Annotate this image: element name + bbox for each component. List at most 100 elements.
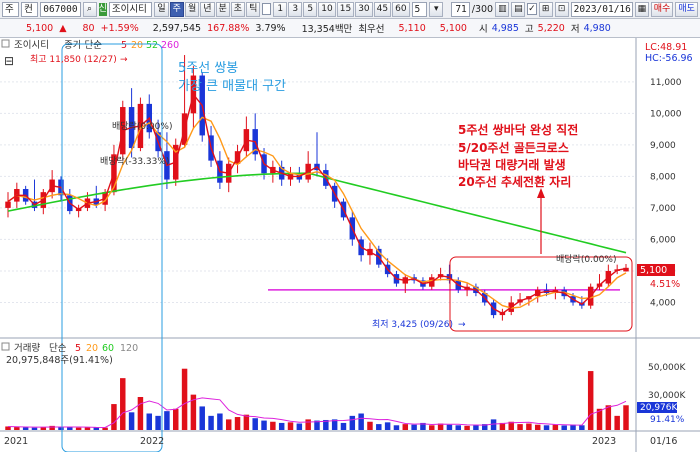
high-marker-label: 최고 11,850 (12/27): [30, 54, 117, 65]
volume-bar: [587, 371, 594, 430]
date-input[interactable]: 2023/01/16: [570, 1, 633, 17]
ma260-legend: 260: [161, 40, 179, 51]
y-tick-label: 7,000: [650, 204, 676, 214]
best-ask: 5,110: [398, 22, 426, 34]
volume-bar: [367, 421, 373, 430]
volume-bar: [252, 418, 258, 430]
volume-bar: [464, 425, 470, 430]
ma52-legend: 52: [146, 40, 158, 51]
up-arrow-icon: ▲: [59, 22, 67, 34]
volume-bar: [552, 424, 559, 430]
period-button-6[interactable]: 틱: [246, 1, 261, 17]
interval-select[interactable]: 5: [411, 1, 428, 17]
volume-pct-tag: 91.41%: [650, 415, 685, 425]
volume-toggle-icon[interactable]: [1, 342, 10, 351]
overlay-icon[interactable]: ▤: [511, 1, 526, 17]
chevron-down-icon[interactable]: ▾: [429, 1, 444, 17]
y-tick-label: 10,000: [650, 109, 682, 119]
period-button-3[interactable]: 년: [200, 1, 215, 17]
volume-bar: [164, 411, 170, 430]
volume-bar: [446, 424, 453, 430]
period-button-1[interactable]: 주: [169, 1, 184, 17]
period-buttons: 일주월년분초틱: [154, 1, 261, 17]
note-right-line3: 바닥권 대량거래 발생: [458, 157, 566, 172]
buy-button[interactable]: 매수: [650, 1, 674, 17]
y-tick-label: 11,000: [650, 78, 682, 88]
note-left-line2: 가장 큰 매물대 구간: [178, 79, 286, 94]
high-label: 고: [524, 24, 534, 35]
note-right-line1: 5주선 쌍바닥 완성 직전: [458, 122, 578, 137]
period-checkbox[interactable]: [262, 3, 272, 15]
ma5-legend: 5: [121, 40, 127, 51]
current-price: 5,100: [26, 22, 54, 34]
sell-button[interactable]: 매도: [675, 1, 698, 17]
volume-bar: [517, 424, 523, 430]
option-checkbox[interactable]: ✓: [527, 3, 537, 15]
lock-icon[interactable]: ⊡: [554, 1, 569, 17]
volume-ma-title: 단순: [49, 343, 67, 354]
calendar-icon[interactable]: ▦: [634, 1, 649, 17]
rights-label-1: 배당락(0.00%): [112, 120, 172, 132]
volume-bar: [340, 422, 347, 430]
ma-legend-title: 종가 단순: [64, 40, 102, 51]
period-button-5[interactable]: 초: [230, 1, 246, 17]
settings-icon[interactable]: ⊞: [538, 1, 553, 17]
volume-bar: [208, 415, 214, 430]
volume-bar: [155, 415, 161, 430]
volume-bar: [225, 419, 232, 430]
lc-value: LC:48.91: [645, 42, 687, 53]
stock-name-field[interactable]: 조이시티: [108, 1, 153, 17]
volume-bar: [22, 427, 29, 430]
stock-chart[interactable]: 11,00010,0009,0008,0007,0006,0005,0004,0…: [0, 38, 700, 452]
interval-button-5[interactable]: 5: [303, 1, 318, 17]
interval-button-45[interactable]: 45: [373, 1, 392, 17]
volume-bar: [67, 427, 73, 430]
period-button-2[interactable]: 월: [184, 1, 200, 17]
period-button-4[interactable]: 분: [215, 1, 230, 17]
interval-button-60[interactable]: 60: [392, 1, 410, 17]
volume-ratio: 167.88%: [207, 22, 250, 34]
volume-bar: [623, 405, 629, 430]
volume-title: 거래량: [14, 342, 40, 354]
interval-button-1[interactable]: 1: [273, 1, 288, 17]
zoom-icon[interactable]: ⊟: [4, 54, 14, 68]
stock-code-input[interactable]: 067000: [40, 1, 81, 17]
turnover-rate: 3.79%: [255, 22, 286, 34]
volume-bar: [128, 412, 135, 430]
volume-bar: [605, 405, 612, 430]
vol-ma20-legend: 20: [86, 343, 98, 354]
vol-tick-50000: 50,000K: [648, 363, 686, 373]
volume-bar: [14, 427, 20, 430]
control-select[interactable]: 컨: [21, 1, 39, 17]
volume-bar: [376, 424, 382, 430]
low-marker-label: 최저 3,425 (09/26): [372, 319, 453, 330]
period-button-0[interactable]: 일: [154, 1, 169, 17]
volume-bar: [137, 397, 144, 430]
interval-button-30[interactable]: 30: [355, 1, 373, 17]
low-arrow-icon: →: [458, 320, 466, 330]
market-select[interactable]: 주: [2, 1, 20, 17]
y-tick-label: 9,000: [650, 141, 676, 151]
interval-button-3[interactable]: 3: [288, 1, 303, 17]
search-icon[interactable]: ⌕: [82, 1, 97, 17]
chart-stock-name: 조이시티: [14, 40, 49, 51]
volume-bar: [173, 408, 179, 430]
credit-badge: 신: [98, 2, 107, 16]
chart-type-icon[interactable]: ▥: [495, 1, 510, 17]
quote-bar: 5,100 ▲ 80 +1.59% 2,597,545 167.88% 3.79…: [0, 19, 700, 38]
interval-button-15[interactable]: 15: [336, 1, 355, 17]
price-pct-tag: 4.51%: [650, 279, 680, 290]
count-input[interactable]: 71: [451, 1, 470, 17]
note-left-line1: 5주선 쌍봉: [178, 61, 238, 76]
legend-toggle-icon[interactable]: [1, 39, 10, 48]
volume-bar: [305, 419, 311, 430]
trade-volume: 2,597,545: [152, 22, 202, 34]
interval-button-10[interactable]: 10: [318, 1, 336, 17]
volume-bar: [270, 421, 276, 430]
open-label: 시: [478, 24, 488, 35]
interval-buttons: 1 3 5 10 15 30 45 60: [273, 1, 410, 17]
volume-bar: [84, 427, 91, 430]
volume-bar: [349, 415, 356, 430]
vol-ma120-legend: 120: [120, 343, 138, 354]
x-label-2023: 2023: [592, 436, 616, 447]
